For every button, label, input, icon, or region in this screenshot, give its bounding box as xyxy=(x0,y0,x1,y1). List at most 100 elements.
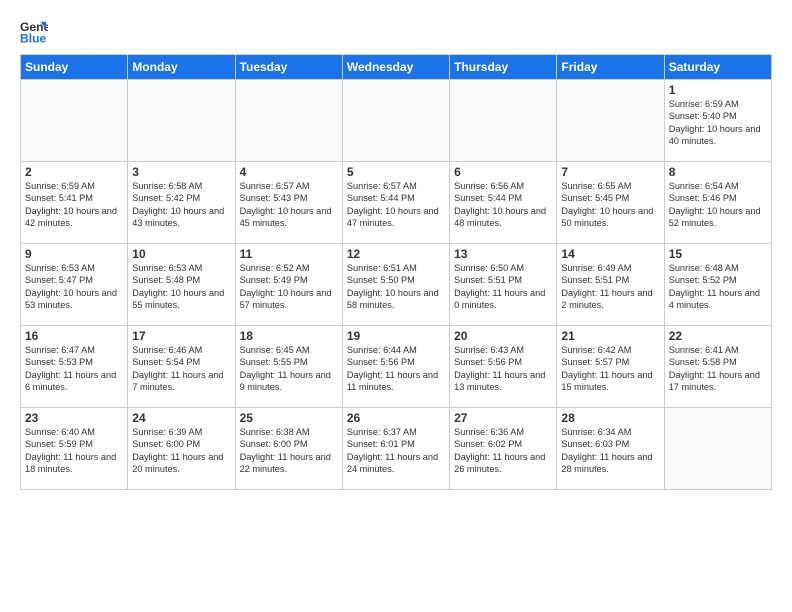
day-info: Sunrise: 6:44 AM Sunset: 5:56 PM Dayligh… xyxy=(347,344,445,394)
day-number: 17 xyxy=(132,329,230,343)
calendar-cell xyxy=(21,80,128,162)
day-info: Sunrise: 6:56 AM Sunset: 5:44 PM Dayligh… xyxy=(454,180,552,230)
day-info: Sunrise: 6:38 AM Sunset: 6:00 PM Dayligh… xyxy=(240,426,338,476)
day-info: Sunrise: 6:39 AM Sunset: 6:00 PM Dayligh… xyxy=(132,426,230,476)
calendar-table: SundayMondayTuesdayWednesdayThursdayFrid… xyxy=(20,54,772,490)
calendar-cell: 5Sunrise: 6:57 AM Sunset: 5:44 PM Daylig… xyxy=(342,162,449,244)
calendar-cell: 14Sunrise: 6:49 AM Sunset: 5:51 PM Dayli… xyxy=(557,244,664,326)
calendar-week-2: 2Sunrise: 6:59 AM Sunset: 5:41 PM Daylig… xyxy=(21,162,772,244)
day-info: Sunrise: 6:42 AM Sunset: 5:57 PM Dayligh… xyxy=(561,344,659,394)
day-info: Sunrise: 6:51 AM Sunset: 5:50 PM Dayligh… xyxy=(347,262,445,312)
day-info: Sunrise: 6:59 AM Sunset: 5:40 PM Dayligh… xyxy=(669,98,767,148)
calendar-cell xyxy=(557,80,664,162)
dow-header-thursday: Thursday xyxy=(450,55,557,80)
day-info: Sunrise: 6:57 AM Sunset: 5:44 PM Dayligh… xyxy=(347,180,445,230)
day-number: 3 xyxy=(132,165,230,179)
day-info: Sunrise: 6:55 AM Sunset: 5:45 PM Dayligh… xyxy=(561,180,659,230)
day-number: 13 xyxy=(454,247,552,261)
calendar-cell: 8Sunrise: 6:54 AM Sunset: 5:46 PM Daylig… xyxy=(664,162,771,244)
day-number: 4 xyxy=(240,165,338,179)
day-number: 2 xyxy=(25,165,123,179)
calendar-cell: 18Sunrise: 6:45 AM Sunset: 5:55 PM Dayli… xyxy=(235,326,342,408)
calendar-cell: 20Sunrise: 6:43 AM Sunset: 5:56 PM Dayli… xyxy=(450,326,557,408)
day-info: Sunrise: 6:36 AM Sunset: 6:02 PM Dayligh… xyxy=(454,426,552,476)
calendar-cell: 3Sunrise: 6:58 AM Sunset: 5:42 PM Daylig… xyxy=(128,162,235,244)
calendar-cell: 6Sunrise: 6:56 AM Sunset: 5:44 PM Daylig… xyxy=(450,162,557,244)
dow-header-monday: Monday xyxy=(128,55,235,80)
day-info: Sunrise: 6:45 AM Sunset: 5:55 PM Dayligh… xyxy=(240,344,338,394)
calendar-week-4: 16Sunrise: 6:47 AM Sunset: 5:53 PM Dayli… xyxy=(21,326,772,408)
calendar-week-1: 1Sunrise: 6:59 AM Sunset: 5:40 PM Daylig… xyxy=(21,80,772,162)
calendar-cell: 22Sunrise: 6:41 AM Sunset: 5:58 PM Dayli… xyxy=(664,326,771,408)
logo-icon: General Blue xyxy=(20,18,48,46)
day-info: Sunrise: 6:54 AM Sunset: 5:46 PM Dayligh… xyxy=(669,180,767,230)
day-number: 19 xyxy=(347,329,445,343)
day-number: 24 xyxy=(132,411,230,425)
day-info: Sunrise: 6:53 AM Sunset: 5:48 PM Dayligh… xyxy=(132,262,230,312)
calendar-cell: 15Sunrise: 6:48 AM Sunset: 5:52 PM Dayli… xyxy=(664,244,771,326)
calendar-cell: 10Sunrise: 6:53 AM Sunset: 5:48 PM Dayli… xyxy=(128,244,235,326)
svg-text:Blue: Blue xyxy=(20,31,47,45)
dow-header-wednesday: Wednesday xyxy=(342,55,449,80)
day-info: Sunrise: 6:58 AM Sunset: 5:42 PM Dayligh… xyxy=(132,180,230,230)
dow-header-friday: Friday xyxy=(557,55,664,80)
calendar-cell xyxy=(235,80,342,162)
dow-header-tuesday: Tuesday xyxy=(235,55,342,80)
day-info: Sunrise: 6:46 AM Sunset: 5:54 PM Dayligh… xyxy=(132,344,230,394)
dow-header-sunday: Sunday xyxy=(21,55,128,80)
day-info: Sunrise: 6:34 AM Sunset: 6:03 PM Dayligh… xyxy=(561,426,659,476)
calendar-cell: 16Sunrise: 6:47 AM Sunset: 5:53 PM Dayli… xyxy=(21,326,128,408)
day-info: Sunrise: 6:47 AM Sunset: 5:53 PM Dayligh… xyxy=(25,344,123,394)
calendar-cell: 7Sunrise: 6:55 AM Sunset: 5:45 PM Daylig… xyxy=(557,162,664,244)
calendar-week-3: 9Sunrise: 6:53 AM Sunset: 5:47 PM Daylig… xyxy=(21,244,772,326)
day-number: 25 xyxy=(240,411,338,425)
day-number: 7 xyxy=(561,165,659,179)
calendar-cell: 26Sunrise: 6:37 AM Sunset: 6:01 PM Dayli… xyxy=(342,408,449,490)
calendar-cell: 1Sunrise: 6:59 AM Sunset: 5:40 PM Daylig… xyxy=(664,80,771,162)
calendar-cell: 27Sunrise: 6:36 AM Sunset: 6:02 PM Dayli… xyxy=(450,408,557,490)
day-info: Sunrise: 6:40 AM Sunset: 5:59 PM Dayligh… xyxy=(25,426,123,476)
calendar-cell xyxy=(664,408,771,490)
calendar-cell: 19Sunrise: 6:44 AM Sunset: 5:56 PM Dayli… xyxy=(342,326,449,408)
calendar-cell xyxy=(342,80,449,162)
calendar-cell: 4Sunrise: 6:57 AM Sunset: 5:43 PM Daylig… xyxy=(235,162,342,244)
day-number: 26 xyxy=(347,411,445,425)
day-info: Sunrise: 6:50 AM Sunset: 5:51 PM Dayligh… xyxy=(454,262,552,312)
day-info: Sunrise: 6:57 AM Sunset: 5:43 PM Dayligh… xyxy=(240,180,338,230)
calendar-cell: 21Sunrise: 6:42 AM Sunset: 5:57 PM Dayli… xyxy=(557,326,664,408)
calendar-cell: 12Sunrise: 6:51 AM Sunset: 5:50 PM Dayli… xyxy=(342,244,449,326)
calendar-cell: 25Sunrise: 6:38 AM Sunset: 6:00 PM Dayli… xyxy=(235,408,342,490)
day-info: Sunrise: 6:53 AM Sunset: 5:47 PM Dayligh… xyxy=(25,262,123,312)
day-info: Sunrise: 6:48 AM Sunset: 5:52 PM Dayligh… xyxy=(669,262,767,312)
day-number: 22 xyxy=(669,329,767,343)
calendar-cell: 13Sunrise: 6:50 AM Sunset: 5:51 PM Dayli… xyxy=(450,244,557,326)
day-number: 6 xyxy=(454,165,552,179)
day-info: Sunrise: 6:37 AM Sunset: 6:01 PM Dayligh… xyxy=(347,426,445,476)
day-number: 23 xyxy=(25,411,123,425)
calendar-cell: 11Sunrise: 6:52 AM Sunset: 5:49 PM Dayli… xyxy=(235,244,342,326)
calendar-cell xyxy=(128,80,235,162)
day-number: 10 xyxy=(132,247,230,261)
day-info: Sunrise: 6:52 AM Sunset: 5:49 PM Dayligh… xyxy=(240,262,338,312)
calendar-cell: 28Sunrise: 6:34 AM Sunset: 6:03 PM Dayli… xyxy=(557,408,664,490)
page-header: General Blue xyxy=(20,18,772,46)
dow-header-saturday: Saturday xyxy=(664,55,771,80)
day-number: 27 xyxy=(454,411,552,425)
day-number: 11 xyxy=(240,247,338,261)
day-number: 15 xyxy=(669,247,767,261)
day-info: Sunrise: 6:43 AM Sunset: 5:56 PM Dayligh… xyxy=(454,344,552,394)
day-number: 16 xyxy=(25,329,123,343)
day-number: 14 xyxy=(561,247,659,261)
calendar-cell xyxy=(450,80,557,162)
day-info: Sunrise: 6:49 AM Sunset: 5:51 PM Dayligh… xyxy=(561,262,659,312)
day-info: Sunrise: 6:41 AM Sunset: 5:58 PM Dayligh… xyxy=(669,344,767,394)
day-number: 5 xyxy=(347,165,445,179)
day-number: 18 xyxy=(240,329,338,343)
day-number: 8 xyxy=(669,165,767,179)
day-number: 20 xyxy=(454,329,552,343)
day-number: 28 xyxy=(561,411,659,425)
day-number: 21 xyxy=(561,329,659,343)
calendar-cell: 23Sunrise: 6:40 AM Sunset: 5:59 PM Dayli… xyxy=(21,408,128,490)
day-info: Sunrise: 6:59 AM Sunset: 5:41 PM Dayligh… xyxy=(25,180,123,230)
day-number: 9 xyxy=(25,247,123,261)
